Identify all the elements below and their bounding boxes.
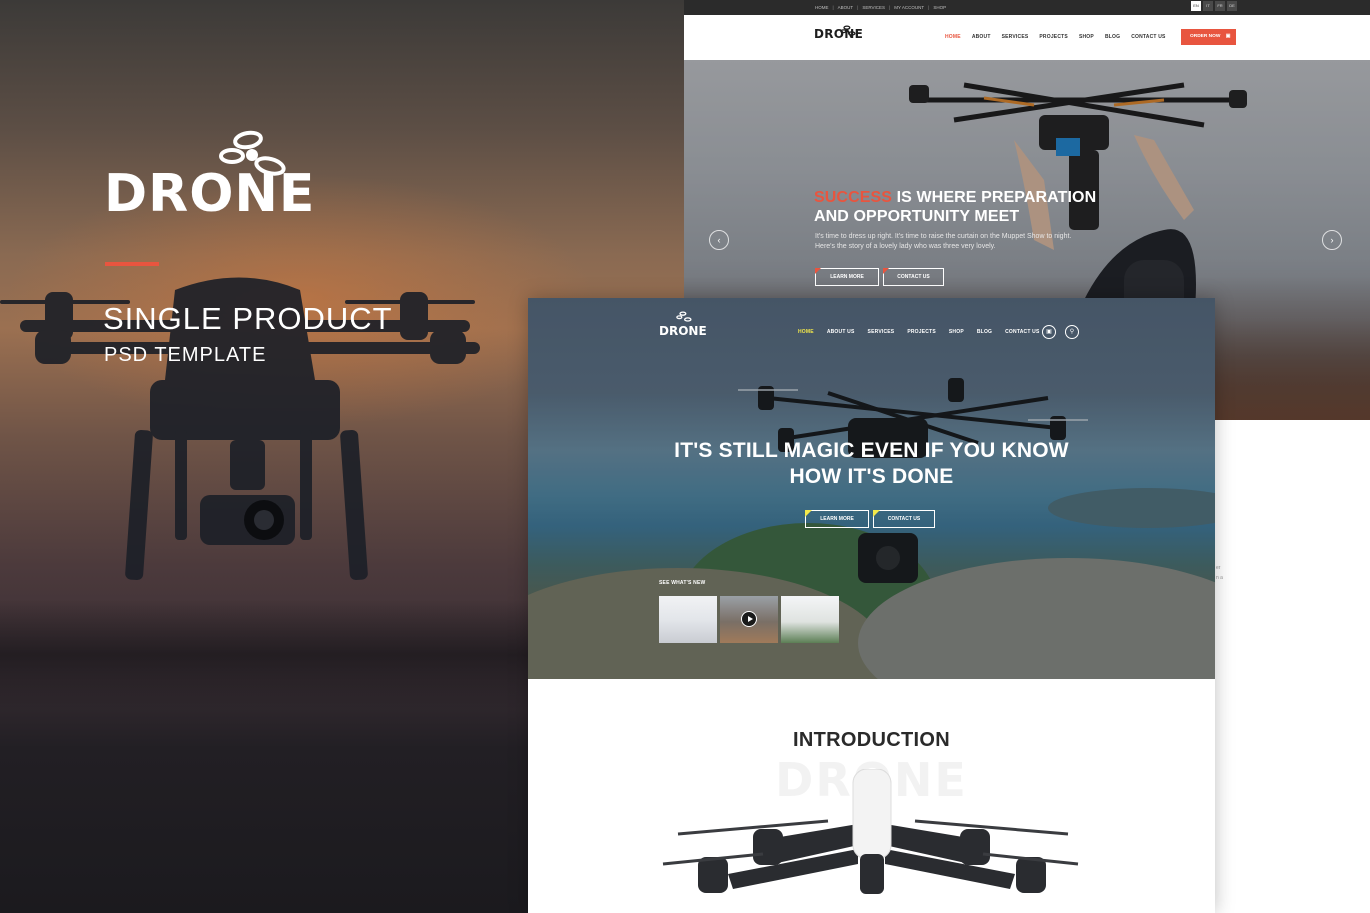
nav-services[interactable]: SERVICES [868,329,895,335]
drone-logo-icon [676,311,692,322]
hero-title-line1: IT'S STILL MAGIC EVEN IF YOU KNOW [674,439,1069,462]
top-bar: HOME | ABOUT | SERVICES | MY ACCOUNT | SHOP … [684,0,1370,15]
lang-en[interactable]: EN [1191,1,1201,11]
chevron-left-icon: ‹ [717,235,721,245]
cart-icon: ▣ [1046,329,1052,335]
gallery-thumbnail[interactable] [659,596,717,643]
promo-title: SINGLE PRODUCT [103,301,393,336]
nav-about[interactable]: ABOUT [972,34,991,40]
corner-accent [883,268,889,274]
prev-slide-button[interactable]: ‹ [709,230,729,250]
promo-logo-text: DRONE [104,164,316,224]
contact-us-label: CONTACT US [897,274,930,280]
hero-title-line2: AND OPPORTUNITY MEET [814,208,1020,225]
learn-more-button[interactable]: LEARN MORE [805,510,869,528]
promo-subtitle: PSD TEMPLATE [104,344,267,366]
learn-more-button[interactable]: LEARN MORE [815,268,879,286]
topbar-link-my-account[interactable]: MY ACCOUNT [894,4,928,11]
nav-home[interactable]: HOME [945,34,961,40]
chevron-right-icon: › [1330,235,1334,245]
hero-title-line2: HOW IT'S DONE [789,465,954,488]
hero-title-line1: IS WHERE PREPARATION [892,189,1097,206]
topbar-link-about[interactable]: ABOUT [838,4,858,11]
learn-more-label: LEARN MORE [830,274,864,280]
gallery-thumbnail[interactable] [781,596,839,643]
search-button[interactable]: ⚲ [1065,325,1079,339]
learn-more-label: LEARN MORE [820,516,854,522]
order-now-label: ORDER NOW [1190,34,1221,39]
text-fragment: er [1216,565,1221,571]
next-slide-button[interactable]: › [1322,230,1342,250]
corner-accent [873,510,880,517]
topbar-link-shop[interactable]: SHOP [933,4,950,11]
product-drone-image [662,769,1079,894]
whats-new-gallery [659,596,839,643]
hero-title: SUCCESS IS WHERE PREPARATION AND OPPORTU… [814,188,1096,226]
topbar-link-home[interactable]: HOME [815,4,833,11]
introduction-section: DRONE INTRODUCTION [528,679,1215,913]
nav-contact-us[interactable]: CONTACT US [1131,34,1165,40]
nav-shop[interactable]: SHOP [1079,34,1094,40]
hero-text: It's time to dress up right. It's time t… [815,233,1072,250]
contact-us-label: CONTACT US [887,516,921,522]
top-bar-links: HOME | ABOUT | SERVICES | MY ACCOUNT | SHOP [815,4,950,11]
nav-projects[interactable]: PROJECTS [1039,34,1068,40]
text-fragment: n a [1216,575,1223,581]
contact-us-button[interactable]: CONTACT US [873,510,935,528]
nav-blog[interactable]: BLOG [977,329,992,335]
lang-fr[interactable]: FR [1215,1,1225,11]
play-icon[interactable] [741,611,757,627]
cart-icon: ▣ [1225,34,1231,39]
hero-title-accent: SUCCESS [814,189,893,206]
search-icon: ⚲ [1069,329,1075,335]
accent-divider [105,262,159,266]
nav-contact-us[interactable]: CONTACT US [1005,329,1039,335]
site-logo[interactable]: DRONE [814,27,863,41]
lang-de[interactable]: DE [1227,1,1237,11]
site-logo[interactable]: DRONE [659,324,707,338]
back-screen-content [1215,420,1370,913]
cart-button[interactable]: ▣ [1042,325,1056,339]
gallery-thumbnail-video[interactable] [720,596,778,643]
nav-about-us[interactable]: ABOUT US [827,329,855,335]
nav-home[interactable]: HOME [798,329,814,335]
corner-accent [815,268,821,274]
topbar-link-services[interactable]: SERVICES [862,4,889,11]
language-switcher: EN IT FR DE [1191,1,1237,11]
intro-title: INTRODUCTION [793,729,950,751]
nav-projects[interactable]: PROJECTS [907,329,936,335]
nav-blog[interactable]: BLOG [1105,34,1120,40]
main-menu: HOME ABOUT SERVICES PROJECTS SHOP BLOG C… [945,34,1177,40]
order-now-button[interactable]: ORDER NOW ▣ [1181,29,1236,45]
nav-shop[interactable]: SHOP [949,329,964,335]
lang-it[interactable]: IT [1203,1,1213,11]
hero-section: DRONE HOME ABOUT US SERVICES PROJECTS SH… [528,298,1215,679]
nav-services[interactable]: SERVICES [1002,34,1029,40]
hero-title: IT'S STILL MAGIC EVEN IF YOU KNOW HOW IT… [528,438,1215,490]
whats-new-label: SEE WHAT'S NEW [659,580,706,586]
contact-us-button[interactable]: CONTACT US [883,268,944,286]
main-menu: HOME ABOUT US SERVICES PROJECTS SHOP BLO… [798,329,1053,335]
corner-accent [805,510,812,517]
desktop-screen-2: DRONE HOME ABOUT US SERVICES PROJECTS SH… [528,298,1215,913]
